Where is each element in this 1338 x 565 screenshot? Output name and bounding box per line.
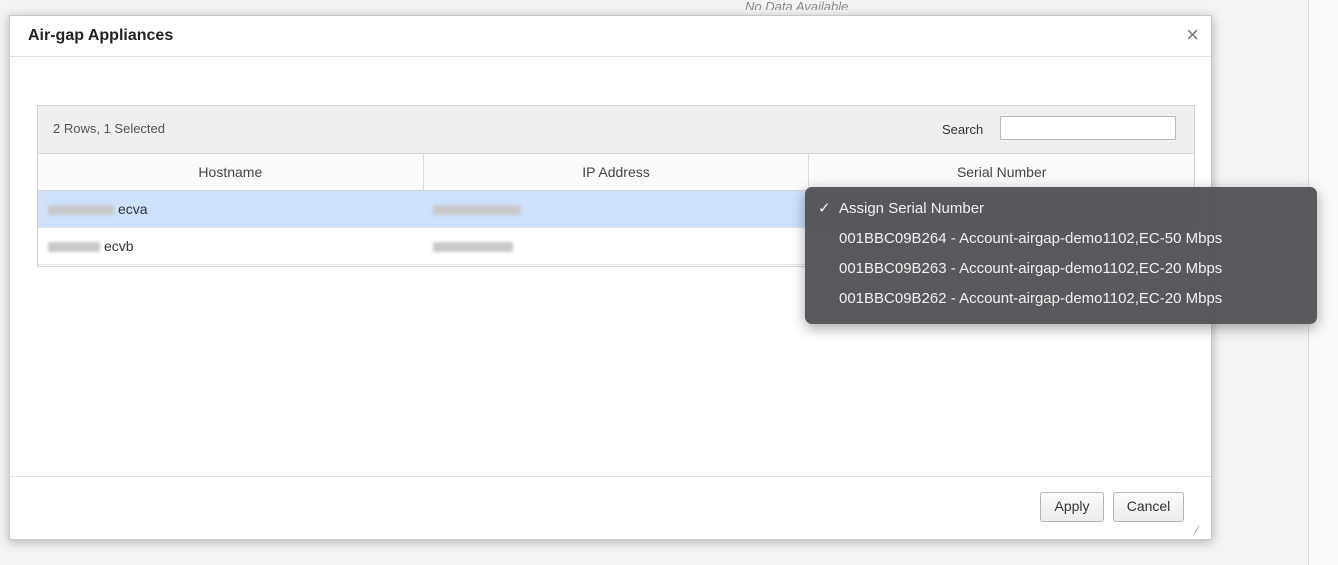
cancel-button[interactable]: Cancel	[1113, 492, 1184, 522]
hostname-cell: ecva	[38, 191, 423, 227]
dropdown-option[interactable]: 001BBC09B264 - Account-airgap-demo1102,E…	[805, 224, 1317, 254]
redacted-text	[48, 242, 100, 253]
row-summary: 2 Rows, 1 Selected	[53, 121, 166, 136]
grid-header: Hostname IP Address Serial Number	[38, 154, 1194, 191]
dialog-title: Air-gap Appliances	[28, 27, 174, 44]
search-input[interactable]	[1000, 116, 1176, 140]
dropdown-option-label: 001BBC09B262 - Account-airgap-demo1102,E…	[839, 290, 1223, 307]
close-icon[interactable]: ×	[1186, 22, 1199, 48]
hostname-text: ecvb	[104, 238, 134, 254]
redacted-text	[433, 205, 522, 216]
redacted-text	[48, 205, 114, 216]
checkmark-icon: ✓	[818, 200, 831, 217]
dialog-header: Air-gap Appliances ×	[10, 16, 1211, 57]
dropdown-option[interactable]: 001BBC09B263 - Account-airgap-demo1102,E…	[805, 254, 1317, 284]
column-header-ip-address[interactable]: IP Address	[424, 154, 810, 190]
redacted-text	[433, 242, 514, 253]
background-no-data-text: No Data Available	[745, 0, 849, 10]
dropdown-option[interactable]: ✓ Assign Serial Number	[805, 194, 1317, 224]
grid-toolbar: 2 Rows, 1 Selected Search	[38, 106, 1194, 154]
ip-address-cell	[423, 191, 808, 227]
serial-number-dropdown: ✓ Assign Serial Number 001BBC09B264 - Ac…	[805, 187, 1317, 324]
hostname-cell: ecvb	[38, 228, 423, 264]
dropdown-option-label: 001BBC09B264 - Account-airgap-demo1102,E…	[839, 230, 1223, 247]
column-header-serial-number[interactable]: Serial Number	[809, 154, 1194, 190]
hostname-text: ecva	[118, 201, 148, 217]
column-header-hostname[interactable]: Hostname	[38, 154, 424, 190]
dropdown-option-label: Assign Serial Number	[839, 200, 985, 217]
dropdown-option-label: 001BBC09B263 - Account-airgap-demo1102,E…	[839, 260, 1223, 277]
apply-button[interactable]: Apply	[1040, 492, 1104, 522]
search-label: Search	[942, 122, 984, 137]
dropdown-option[interactable]: 001BBC09B262 - Account-airgap-demo1102,E…	[805, 284, 1317, 314]
resize-grip-icon[interactable]: ∕	[1196, 524, 1208, 536]
dialog-footer: Apply Cancel ∕	[10, 476, 1211, 539]
ip-address-cell	[423, 228, 808, 264]
